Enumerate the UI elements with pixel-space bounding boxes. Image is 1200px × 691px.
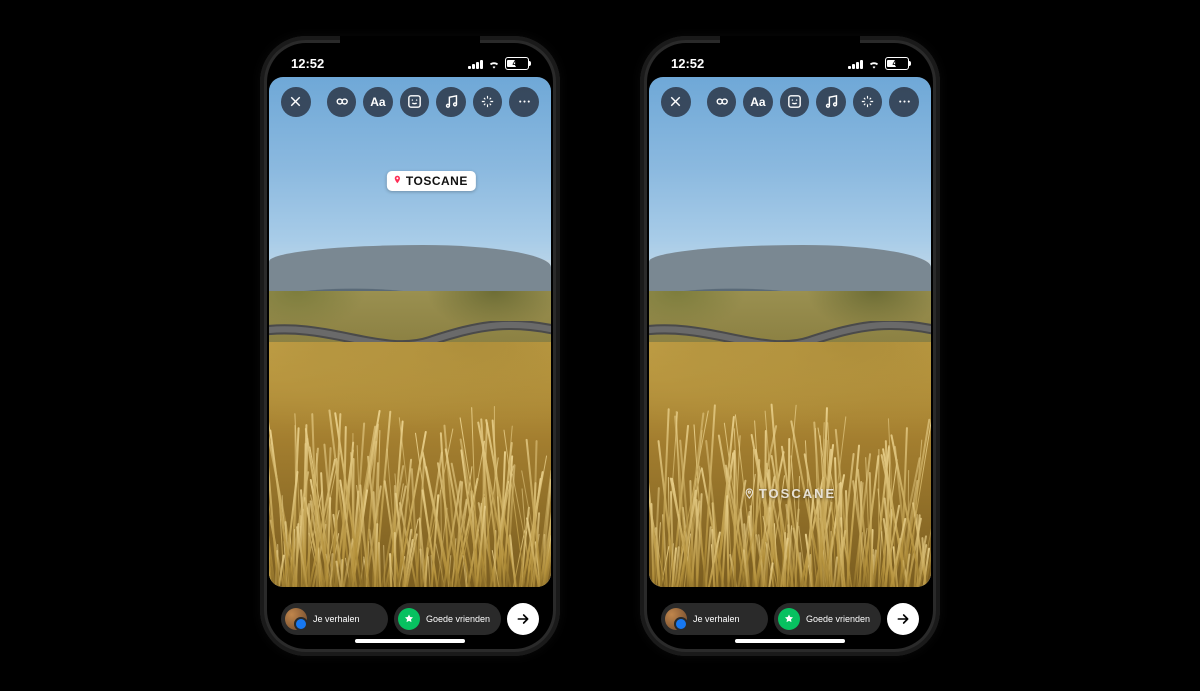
bg-grass xyxy=(649,342,931,587)
status-right: 41 xyxy=(848,57,909,71)
battery-icon: 41 xyxy=(505,57,529,70)
text-icon: Aa xyxy=(750,95,765,109)
close-button[interactable] xyxy=(281,87,311,117)
comparison-stage: 12:52 41 xyxy=(0,0,1200,691)
arrow-right-icon xyxy=(515,611,531,627)
more-button[interactable] xyxy=(889,87,919,117)
boomerang-button[interactable] xyxy=(707,87,737,117)
location-sticker-label: TOSCANE xyxy=(406,174,468,188)
status-right: 41 xyxy=(468,57,529,71)
your-story-label: Je verhalen xyxy=(313,614,360,624)
text-button[interactable]: Aa xyxy=(743,87,773,117)
wifi-icon xyxy=(487,57,501,71)
share-bar: Je verhalen Goede vrienden xyxy=(269,603,551,635)
music-icon xyxy=(443,93,460,110)
status-time: 12:52 xyxy=(291,56,324,71)
phone-mockup-left: 12:52 41 xyxy=(260,36,560,656)
star-badge-icon xyxy=(778,608,800,630)
sticker-icon xyxy=(406,93,423,110)
close-friends-button[interactable]: Goede vrienden xyxy=(394,603,501,635)
location-sticker-subtle[interactable]: TOSCANE xyxy=(744,486,836,501)
bg-grass xyxy=(269,342,551,587)
star-badge-icon xyxy=(398,608,420,630)
notch xyxy=(340,36,480,62)
notch xyxy=(720,36,860,62)
music-button[interactable] xyxy=(436,87,466,117)
sparkle-icon xyxy=(479,93,496,110)
send-button[interactable] xyxy=(887,603,919,635)
your-story-label: Je verhalen xyxy=(693,614,740,624)
screen: 12:52 41 xyxy=(269,45,551,647)
editor-toolbar: Aa xyxy=(661,87,919,117)
sparkle-icon xyxy=(859,93,876,110)
battery-percent: 41 xyxy=(506,59,528,68)
close-button[interactable] xyxy=(661,87,691,117)
close-friends-button[interactable]: Goede vrienden xyxy=(774,603,881,635)
home-indicator[interactable] xyxy=(355,639,465,643)
sticker-icon xyxy=(786,93,803,110)
infinity-icon xyxy=(333,93,350,110)
close-icon xyxy=(667,93,684,110)
battery-percent: 41 xyxy=(886,59,908,68)
infinity-icon xyxy=(713,93,730,110)
text-icon: Aa xyxy=(370,95,385,109)
close-friends-label: Goede vrienden xyxy=(806,614,870,624)
avatar-icon xyxy=(665,608,687,630)
your-story-button[interactable]: Je verhalen xyxy=(281,603,388,635)
send-button[interactable] xyxy=(507,603,539,635)
home-indicator[interactable] xyxy=(735,639,845,643)
close-icon xyxy=(287,93,304,110)
your-story-button[interactable]: Je verhalen xyxy=(661,603,768,635)
wifi-icon xyxy=(867,57,881,71)
sticker-button[interactable] xyxy=(780,87,810,117)
music-icon xyxy=(823,93,840,110)
boomerang-button[interactable] xyxy=(327,87,357,117)
story-canvas[interactable]: TOSCANE xyxy=(649,77,931,587)
effects-button[interactable] xyxy=(473,87,503,117)
close-friends-label: Goede vrienden xyxy=(426,614,490,624)
story-canvas[interactable]: TOSCANE xyxy=(269,77,551,587)
share-bar: Je verhalen Goede vrienden xyxy=(649,603,931,635)
editor-toolbar: Aa xyxy=(281,87,539,117)
pin-icon xyxy=(744,488,755,499)
sticker-button[interactable] xyxy=(400,87,430,117)
phone-mockup-right: 12:52 41 xyxy=(640,36,940,656)
screen: 12:52 41 xyxy=(649,45,931,647)
pin-icon xyxy=(393,174,402,188)
more-icon xyxy=(896,93,913,110)
effects-button[interactable] xyxy=(853,87,883,117)
arrow-right-icon xyxy=(895,611,911,627)
location-sticker-classic[interactable]: TOSCANE xyxy=(387,171,476,191)
more-button[interactable] xyxy=(509,87,539,117)
location-sticker-label: TOSCANE xyxy=(759,486,836,501)
avatar-icon xyxy=(285,608,307,630)
more-icon xyxy=(516,93,533,110)
text-button[interactable]: Aa xyxy=(363,87,393,117)
music-button[interactable] xyxy=(816,87,846,117)
battery-icon: 41 xyxy=(885,57,909,70)
status-time: 12:52 xyxy=(671,56,704,71)
